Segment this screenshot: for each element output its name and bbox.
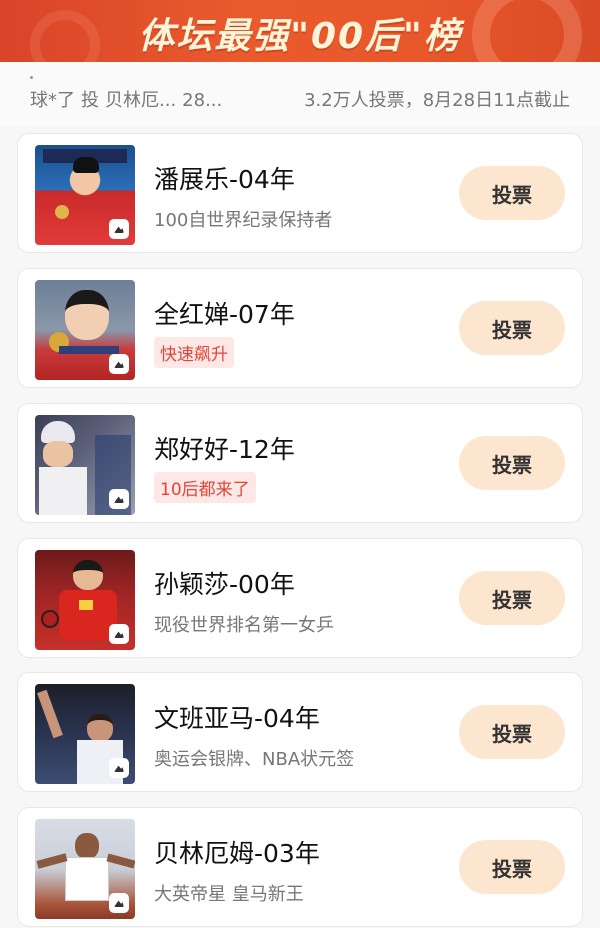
image-icon <box>109 624 129 644</box>
candidate-name: 潘展乐-04年 <box>154 165 295 194</box>
candidate-card: 全红婵-07年 快速飙升 投票 <box>17 268 583 388</box>
dot-icon <box>30 76 33 79</box>
candidate-photo[interactable] <box>35 819 135 919</box>
arm-right <box>106 853 135 869</box>
raised-arm <box>37 689 63 739</box>
candidate-description: 大英帝星 皇马新王 <box>154 884 304 905</box>
candidate-name: 孙颖莎-00年 <box>154 570 295 599</box>
image-icon <box>109 219 129 239</box>
candidate-name: 文班亚马-04年 <box>154 704 320 733</box>
candidate-name: 郑好好-12年 <box>154 435 295 464</box>
face <box>75 833 99 859</box>
candidate-card: 贝林厄姆-03年 大英帝星 皇马新王 投票 <box>17 807 583 927</box>
candidate-description: 100自世界纪录保持者 <box>154 210 333 231</box>
hair <box>73 157 99 173</box>
flag-emblem <box>79 600 93 610</box>
image-icon <box>109 354 129 374</box>
candidate-photo[interactable] <box>35 684 135 784</box>
face <box>87 714 113 742</box>
new-generation-badge: 10后都来了 <box>154 472 256 503</box>
ticker-item: 贝林厄... <box>105 90 177 111</box>
candidate-card: 文班亚马-04年 奥运会银牌、NBA状元签 投票 <box>17 672 583 792</box>
candidate-card: 潘展乐-04年 100自世界纪录保持者 投票 <box>17 133 583 253</box>
page-title: 体坛最强"00后"榜 <box>138 16 462 57</box>
recent-voters-ticker: 球*了投贝林厄... 28... <box>30 86 228 112</box>
ticker-item: 投 <box>81 90 99 111</box>
medal-icon <box>55 205 69 219</box>
shirt <box>39 467 87 515</box>
candidate-card: 郑好好-12年 10后都来了 投票 <box>17 403 583 523</box>
vote-button[interactable]: 投票 <box>459 705 565 759</box>
ticker-item: 球*了 <box>30 90 75 111</box>
image-icon <box>109 893 129 913</box>
vote-button[interactable]: 投票 <box>459 301 565 355</box>
vote-button[interactable]: 投票 <box>459 166 565 220</box>
header-banner: 体坛最强"00后"榜 <box>0 0 600 62</box>
ticker-item: 28... <box>182 90 223 111</box>
candidate-card: 孙颖莎-00年 现役世界排名第一女乒 投票 <box>17 538 583 658</box>
face <box>65 290 109 340</box>
vote-info-bar: 球*了投贝林厄... 28... 3.2万人投票，8月28日11点截止 <box>0 62 600 126</box>
vote-button[interactable]: 投票 <box>459 571 565 625</box>
face <box>43 441 73 467</box>
candidate-description: 奥运会银牌、NBA状元签 <box>154 749 355 770</box>
ribbon <box>59 346 119 354</box>
image-icon <box>109 489 129 509</box>
image-icon <box>109 758 129 778</box>
candidate-photo[interactable] <box>35 550 135 650</box>
helmet <box>41 421 75 443</box>
vote-count-deadline: 3.2万人投票，8月28日11点截止 <box>304 90 570 111</box>
jersey <box>65 857 109 901</box>
candidate-name: 贝林厄姆-03年 <box>154 839 320 868</box>
trending-badge: 快速飙升 <box>154 337 234 368</box>
candidate-photo[interactable] <box>35 280 135 380</box>
candidate-name: 全红婵-07年 <box>154 300 295 329</box>
candidate-description: 现役世界排名第一女乒 <box>154 615 334 636</box>
arm-left <box>36 853 68 869</box>
paddle <box>41 610 59 628</box>
face <box>73 560 103 590</box>
vote-button[interactable]: 投票 <box>459 436 565 490</box>
candidate-photo[interactable] <box>35 415 135 515</box>
vote-button[interactable]: 投票 <box>459 840 565 894</box>
candidate-photo[interactable] <box>35 145 135 245</box>
